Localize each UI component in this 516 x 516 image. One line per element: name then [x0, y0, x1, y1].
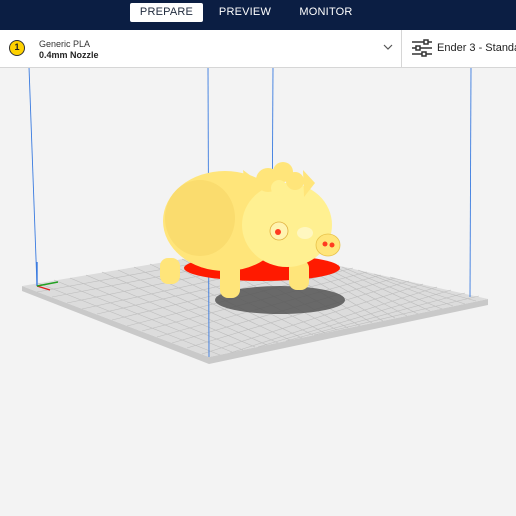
hair-tuft	[286, 172, 304, 190]
header-divider	[401, 30, 402, 67]
pig-nostril	[329, 242, 335, 248]
leg	[160, 258, 180, 284]
pig-cheek	[297, 227, 313, 239]
tab-prepare[interactable]: PREPARE	[130, 3, 203, 22]
top-navigation: PREPARE PREVIEW MONITOR	[0, 0, 516, 30]
pig-snout	[315, 233, 341, 257]
viewport-3d[interactable]	[0, 0, 516, 516]
tab-preview[interactable]: PREVIEW	[215, 3, 275, 22]
material-name[interactable]: Generic PLA	[39, 39, 90, 49]
hair-tuft	[271, 180, 287, 196]
tab-monitor[interactable]: MONITOR	[293, 3, 359, 22]
pig-head	[242, 183, 332, 267]
printer-selector[interactable]: Ender 3 - Standard	[437, 42, 516, 54]
extruder-number-icon[interactable]: 1	[9, 40, 25, 56]
chevron-down-icon[interactable]	[383, 42, 393, 52]
pig-nostril	[322, 241, 328, 247]
pig-eye-pupil	[275, 229, 281, 235]
nozzle-size[interactable]: 0.4mm Nozzle	[39, 50, 99, 60]
pig-body-shade	[165, 180, 235, 256]
settings-sliders-icon[interactable]	[411, 39, 433, 57]
print-setup-header: 1 Generic PLA 0.4mm Nozzle Ender 3 - Sta…	[0, 30, 516, 68]
